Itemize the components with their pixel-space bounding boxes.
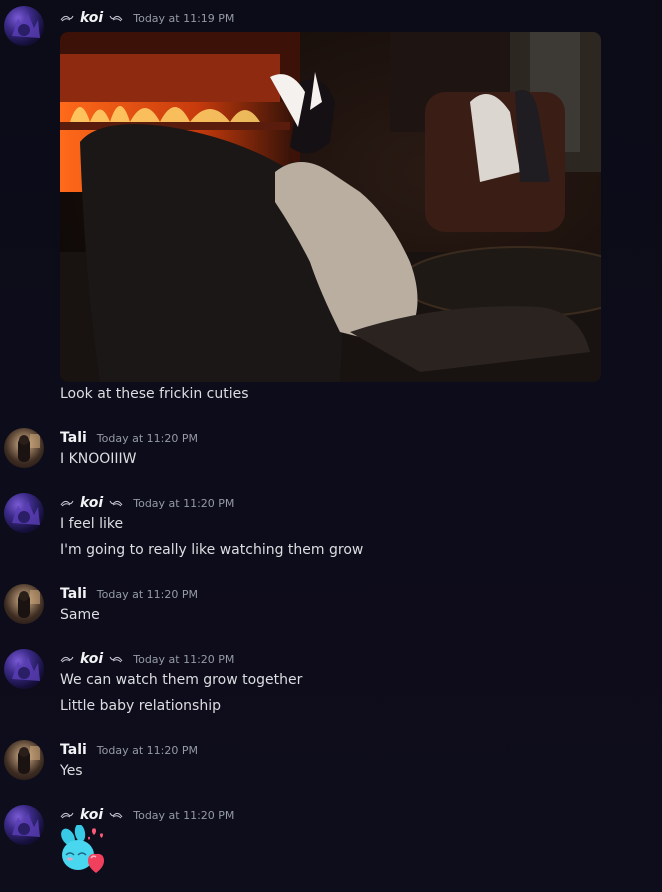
username[interactable]: Tali	[60, 430, 87, 446]
message-text: Look at these frickin cuties	[60, 386, 249, 402]
name-decoration-right	[109, 499, 123, 507]
message-text: I'm going to really like watching them g…	[60, 542, 364, 558]
name-decoration-left	[60, 499, 74, 507]
username[interactable]: koi	[80, 10, 103, 26]
name-decoration-left	[60, 655, 74, 663]
avatar-tali[interactable]	[4, 740, 44, 780]
avatar-koi[interactable]	[4, 493, 44, 533]
username[interactable]: Tali	[60, 742, 87, 758]
avatar-tali[interactable]	[4, 428, 44, 468]
image-attachment[interactable]	[60, 32, 601, 382]
chat-log: koi Today at 11:19 PM Look at these fric…	[0, 0, 662, 892]
name-decoration-left	[60, 811, 74, 819]
name-decoration-right	[109, 811, 123, 819]
message-text: I feel like	[60, 516, 124, 532]
username[interactable]: Tali	[60, 586, 87, 602]
name-decoration-left	[60, 14, 74, 22]
timestamp[interactable]: Today at 11:20 PM	[133, 809, 234, 822]
username[interactable]: koi	[80, 495, 103, 511]
message-text: Yes	[60, 763, 83, 779]
username[interactable]: koi	[80, 807, 103, 823]
avatar-koi[interactable]	[4, 649, 44, 689]
name-decoration-right	[109, 655, 123, 663]
avatar-koi[interactable]	[4, 805, 44, 845]
timestamp[interactable]: Today at 11:19 PM	[133, 12, 234, 25]
avatar-tali[interactable]	[4, 584, 44, 624]
timestamp[interactable]: Today at 11:20 PM	[97, 588, 198, 601]
name-decoration-right	[109, 14, 123, 22]
timestamp[interactable]: Today at 11:20 PM	[133, 653, 234, 666]
message-text: Same	[60, 607, 100, 623]
message-text: We can watch them grow together	[60, 672, 303, 688]
timestamp[interactable]: Today at 11:20 PM	[97, 744, 198, 757]
avatar-koi[interactable]	[4, 6, 44, 46]
timestamp[interactable]: Today at 11:20 PM	[133, 497, 234, 510]
username[interactable]: koi	[80, 651, 103, 667]
message-text: I KNOOIIIW	[60, 451, 137, 467]
message-text: Little baby relationship	[60, 698, 221, 714]
bunny-heart-sticker[interactable]	[58, 824, 110, 875]
timestamp[interactable]: Today at 11:20 PM	[97, 432, 198, 445]
